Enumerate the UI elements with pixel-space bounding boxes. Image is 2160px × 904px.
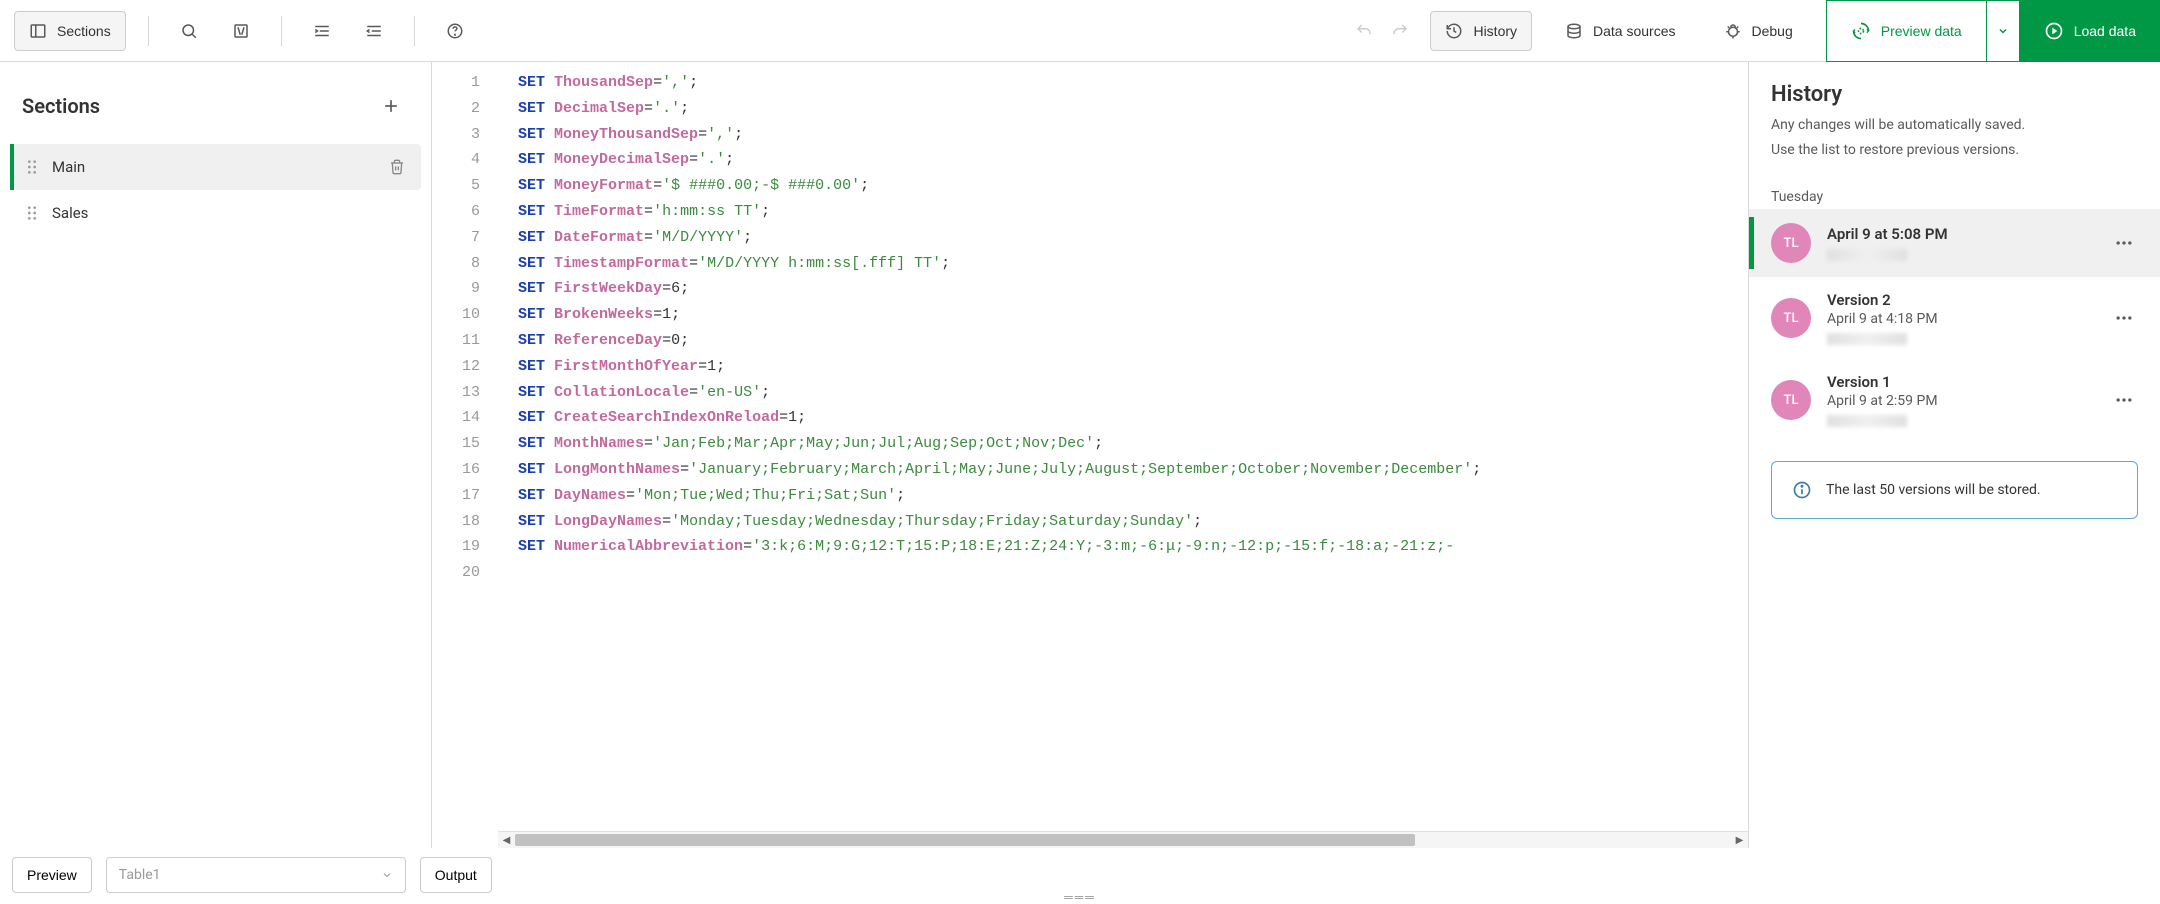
main-area: Sections Main Sales 12345678910111213141… — [0, 62, 2160, 848]
redo-icon — [1391, 22, 1409, 40]
scroll-left-arrow[interactable]: ◀ — [498, 832, 515, 849]
table-select-placeholder: Table1 — [119, 867, 161, 883]
version-name: Version 2 — [1827, 291, 2090, 309]
data-sources-button[interactable]: Data sources — [1550, 11, 1690, 51]
comment-icon — [232, 22, 250, 40]
preview-data-button[interactable]: Preview data — [1826, 0, 1987, 62]
code-content[interactable]: SET ThousandSep=',';SET DecimalSep='.';S… — [498, 62, 1748, 848]
add-section-button[interactable] — [373, 88, 409, 124]
line-gutter: 1234567891011121314151617181920 — [432, 62, 498, 848]
history-icon — [1445, 22, 1463, 40]
history-info-box: The last 50 versions will be stored. — [1771, 461, 2138, 519]
sections-toggle-button[interactable]: Sections — [14, 11, 126, 51]
version-name: April 9 at 5:08 PM — [1827, 225, 2090, 243]
version-more-button[interactable] — [2106, 382, 2142, 418]
drag-handle-icon[interactable] — [26, 205, 38, 221]
sidebar-title: Sections — [22, 94, 100, 118]
version-name: Version 1 — [1827, 373, 2090, 391]
version-user-redacted — [1827, 415, 1907, 427]
delete-section-button[interactable] — [389, 159, 405, 175]
toolbar: Sections History — [0, 0, 2160, 62]
history-desc-2: Use the list to restore previous version… — [1771, 140, 2138, 161]
history-title: History — [1771, 82, 2138, 107]
panel-left-icon — [29, 22, 47, 40]
version-time: April 9 at 4:18 PM — [1827, 311, 2090, 327]
horizontal-scrollbar[interactable]: ◀ ▶ — [498, 831, 1748, 848]
outdent-icon — [365, 22, 383, 40]
comment-toggle-button[interactable] — [223, 13, 259, 49]
code-editor[interactable]: 1234567891011121314151617181920 SET Thou… — [432, 62, 1748, 848]
scrollbar-thumb[interactable] — [515, 834, 1415, 846]
history-info-text: The last 50 versions will be stored. — [1826, 482, 2041, 498]
preview-data-label: Preview data — [1881, 23, 1962, 39]
indent-icon — [313, 22, 331, 40]
section-item-main[interactable]: Main — [10, 144, 421, 190]
outdent-button[interactable] — [356, 13, 392, 49]
plus-icon — [381, 96, 401, 116]
divider — [148, 16, 149, 46]
redo-button[interactable] — [1382, 13, 1418, 49]
play-circle-icon — [2044, 21, 2064, 41]
avatar: TL — [1771, 223, 1811, 263]
history-desc-1: Any changes will be automatically saved. — [1771, 115, 2138, 136]
version-item-1[interactable]: TL Version 2 April 9 at 4:18 PM — [1749, 277, 2160, 359]
version-item-2[interactable]: TL Version 1 April 9 at 2:59 PM — [1749, 359, 2160, 441]
sections-toggle-label: Sections — [57, 23, 111, 39]
debug-button[interactable]: Debug — [1709, 11, 1808, 51]
table-select[interactable]: Table1 — [106, 857, 406, 893]
indent-button[interactable] — [304, 13, 340, 49]
output-button[interactable]: Output — [420, 857, 492, 893]
version-time: April 9 at 2:59 PM — [1827, 393, 2090, 409]
debug-label: Debug — [1752, 23, 1793, 39]
help-icon — [446, 22, 464, 40]
preview-data-dropdown[interactable] — [1987, 0, 2020, 62]
history-button[interactable]: History — [1430, 11, 1532, 51]
data-sources-label: Data sources — [1593, 23, 1675, 39]
divider — [281, 16, 282, 46]
version-user-redacted — [1827, 249, 1907, 261]
info-icon — [1792, 480, 1812, 500]
chevron-down-icon — [381, 869, 393, 881]
load-data-button[interactable]: Load data — [2020, 0, 2160, 62]
section-item-sales[interactable]: Sales — [10, 190, 421, 236]
scroll-right-arrow[interactable]: ▶ — [1731, 832, 1748, 849]
history-panel: History Any changes will be automaticall… — [1748, 62, 2160, 848]
help-button[interactable] — [437, 13, 473, 49]
version-user-redacted — [1827, 333, 1907, 345]
version-item-0[interactable]: TL April 9 at 5:08 PM — [1749, 209, 2160, 277]
section-name: Main — [52, 158, 375, 176]
debug-icon — [1724, 22, 1742, 40]
divider — [414, 16, 415, 46]
preview-icon — [1851, 21, 1871, 41]
preview-button[interactable]: Preview — [12, 857, 92, 893]
load-data-label: Load data — [2074, 23, 2136, 39]
sections-sidebar: Sections Main Sales — [0, 62, 432, 848]
drag-handle-icon[interactable] — [26, 159, 38, 175]
search-icon — [180, 22, 198, 40]
undo-icon — [1355, 22, 1373, 40]
avatar: TL — [1771, 298, 1811, 338]
history-label: History — [1473, 23, 1517, 39]
chevron-down-icon — [1997, 25, 2009, 37]
search-button[interactable] — [171, 13, 207, 49]
section-name: Sales — [52, 204, 405, 222]
history-day-label: Tuesday — [1749, 189, 2160, 205]
version-more-button[interactable] — [2106, 300, 2142, 336]
undo-button[interactable] — [1346, 13, 1382, 49]
version-more-button[interactable] — [2106, 225, 2142, 261]
avatar: TL — [1771, 380, 1811, 420]
data-sources-icon — [1565, 22, 1583, 40]
